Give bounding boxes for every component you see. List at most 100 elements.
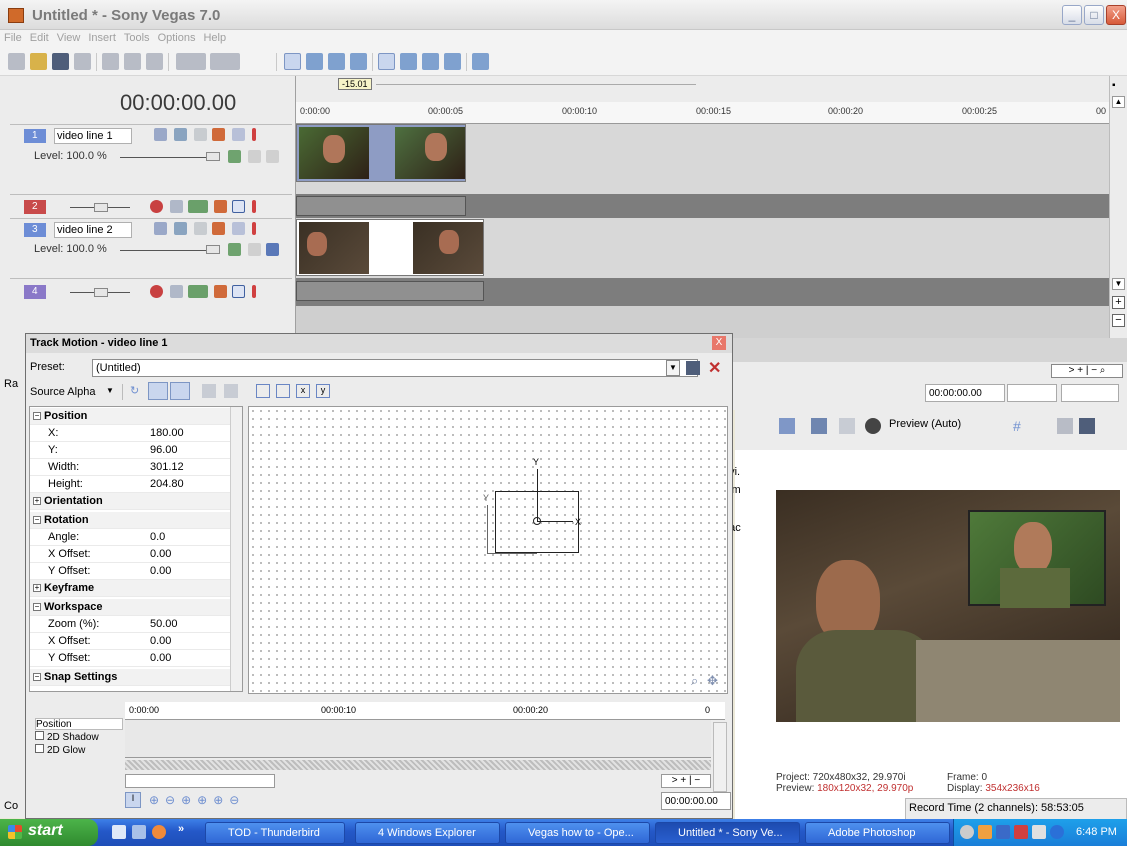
taskbar-photoshop[interactable]: Adobe Photoshop: [805, 822, 950, 844]
timeline-ruler[interactable]: 0:00:00 00:00:05 00:00:10 00:00:15 00:00…: [296, 102, 1109, 124]
move-icon[interactable]: ✥: [707, 673, 721, 688]
compositing-mode-icon[interactable]: [228, 150, 241, 163]
preset-dropdown[interactable]: (Untitled): [92, 359, 698, 377]
volume-slider[interactable]: [94, 288, 108, 297]
parent-icon[interactable]: [248, 243, 261, 256]
2d-glow-checkbox[interactable]: [35, 744, 44, 753]
save-snapshot-icon[interactable]: [1079, 418, 1095, 434]
menu-file[interactable]: File: [0, 30, 26, 46]
edit-in-place-icon[interactable]: [148, 382, 168, 400]
property-group[interactable]: − Snap Settings: [30, 669, 230, 686]
maximize-button[interactable]: □: [1084, 5, 1104, 25]
enable-snapping-icon[interactable]: [202, 384, 216, 398]
normal-edit-tool-icon[interactable]: [378, 53, 395, 70]
mute-icon[interactable]: [232, 200, 245, 213]
track-name[interactable]: video line 1: [54, 128, 132, 144]
rotation-center-handle[interactable]: [533, 517, 541, 525]
child-icon[interactable]: [266, 150, 279, 163]
solo-icon[interactable]: [252, 285, 256, 298]
move-freely-icon[interactable]: [224, 384, 238, 398]
2d-shadow-checkbox[interactable]: [35, 731, 44, 740]
child-icon[interactable]: [266, 243, 279, 256]
tray-icon[interactable]: [996, 825, 1010, 839]
property-group[interactable]: + Orientation: [30, 493, 230, 510]
track-lane-2[interactable]: [296, 194, 1109, 218]
property-row[interactable]: Zoom (%): 50.00: [30, 616, 230, 633]
auto-ripple-icon[interactable]: [284, 53, 301, 70]
track-lane-3[interactable]: [296, 218, 1109, 278]
source-alpha-chevron-icon[interactable]: ▼: [106, 386, 114, 395]
menu-help[interactable]: Help: [199, 30, 230, 46]
kf-track-2d-glow[interactable]: 2D Glow: [35, 744, 123, 756]
compositing-mode-icon[interactable]: [228, 243, 241, 256]
tray-icon[interactable]: [1014, 825, 1028, 839]
property-row[interactable]: Y Offset: 0.00: [30, 650, 230, 667]
track-lane-4[interactable]: [296, 278, 1109, 306]
tray-icon[interactable]: [978, 825, 992, 839]
property-row[interactable]: Y Offset: 0.00: [30, 563, 230, 580]
minimize-button[interactable]: _: [1062, 5, 1082, 25]
zoom-icon[interactable]: ⌕: [691, 673, 705, 688]
property-row[interactable]: Angle: 0.0: [30, 529, 230, 546]
chevron-down-icon[interactable]: ▼: [666, 360, 680, 376]
scroll-down-icon[interactable]: ▼: [1112, 278, 1125, 290]
kf-track-2d-shadow[interactable]: 2D Shadow: [35, 731, 123, 743]
arm-record-icon[interactable]: [150, 285, 163, 298]
video-event[interactable]: [296, 219, 484, 276]
save-preset-icon[interactable]: [686, 361, 700, 375]
open-icon[interactable]: [30, 53, 47, 70]
pan-crop-icon[interactable]: [174, 128, 187, 141]
volume-slider[interactable]: [94, 203, 108, 212]
copy-snapshot-icon[interactable]: [1057, 418, 1073, 434]
lock-x-icon[interactable]: x: [296, 384, 310, 398]
ignore-grouping-icon[interactable]: [350, 53, 367, 70]
solo-icon[interactable]: [252, 200, 256, 213]
split-screen-icon[interactable]: [839, 418, 855, 434]
taskbar-sony-vegas[interactable]: Untitled * - Sony Ve...: [655, 822, 800, 844]
overlays-icon[interactable]: [865, 418, 881, 434]
invert-phase-icon[interactable]: [170, 200, 183, 213]
enable-rotation-icon[interactable]: [170, 382, 190, 400]
help-icon[interactable]: [472, 53, 489, 70]
keyframe-ruler[interactable]: 0:00:00 00:00:10 00:00:20 0: [125, 702, 725, 720]
mute-icon[interactable]: [232, 222, 245, 235]
new-icon[interactable]: [8, 53, 25, 70]
fx-icon[interactable]: [212, 128, 225, 141]
solo-icon[interactable]: [252, 222, 256, 235]
menu-view[interactable]: View: [53, 30, 85, 46]
timeline-vertical-scrollbar[interactable]: ▪ ▲ ▼ + −: [1109, 76, 1127, 338]
taskbar-thunderbird[interactable]: TOD - Thunderbird: [205, 822, 345, 844]
track-lane-1[interactable]: [296, 124, 1109, 194]
quicklaunch-icon[interactable]: [112, 825, 126, 839]
motion-workspace[interactable]: Y X Y ⌕ ✥: [248, 406, 728, 694]
preview-quality-dropdown[interactable]: Preview (Auto): [889, 418, 961, 430]
parent-icon[interactable]: [248, 150, 261, 163]
automation-icon[interactable]: [188, 285, 208, 298]
property-group[interactable]: − Workspace: [30, 599, 230, 616]
audio-event[interactable]: [296, 196, 466, 216]
quicklaunch-icon[interactable]: [132, 825, 146, 839]
selection-tool-icon[interactable]: [422, 53, 439, 70]
keyframe-nav-icons[interactable]: ⊕⊖⊕⊕⊕⊖: [149, 793, 245, 807]
track-header-3[interactable]: 3 video line 2 Level: 100.0 %: [10, 218, 292, 278]
keyframe-vertical-scrollbar[interactable]: [713, 722, 727, 792]
zoom-out-icon[interactable]: −: [1112, 314, 1125, 327]
keyframe-lanes[interactable]: [125, 720, 711, 758]
taskbar-vegas-howto[interactable]: Vegas how to - Ope...: [505, 822, 650, 844]
redo-icon[interactable]: [210, 53, 240, 70]
pin-icon[interactable]: ▪: [1112, 80, 1125, 92]
menu-tools[interactable]: Tools: [120, 30, 154, 46]
fx-icon[interactable]: [212, 222, 225, 235]
solo-icon[interactable]: [252, 128, 256, 141]
firefox-icon[interactable]: [152, 825, 166, 839]
text-tool-icon[interactable]: [328, 53, 345, 70]
composite-icon[interactable]: [194, 128, 207, 141]
envelope-tool-icon[interactable]: [400, 53, 417, 70]
keyframe-horizontal-scrollbar[interactable]: [125, 774, 275, 788]
kf-track-position[interactable]: Position: [35, 718, 123, 730]
menu-options[interactable]: Options: [154, 30, 200, 46]
quicklaunch-expand-icon[interactable]: »: [178, 823, 184, 835]
motion-icon[interactable]: [154, 128, 167, 141]
tray-icon[interactable]: [1032, 825, 1046, 839]
mute-icon[interactable]: [232, 285, 245, 298]
